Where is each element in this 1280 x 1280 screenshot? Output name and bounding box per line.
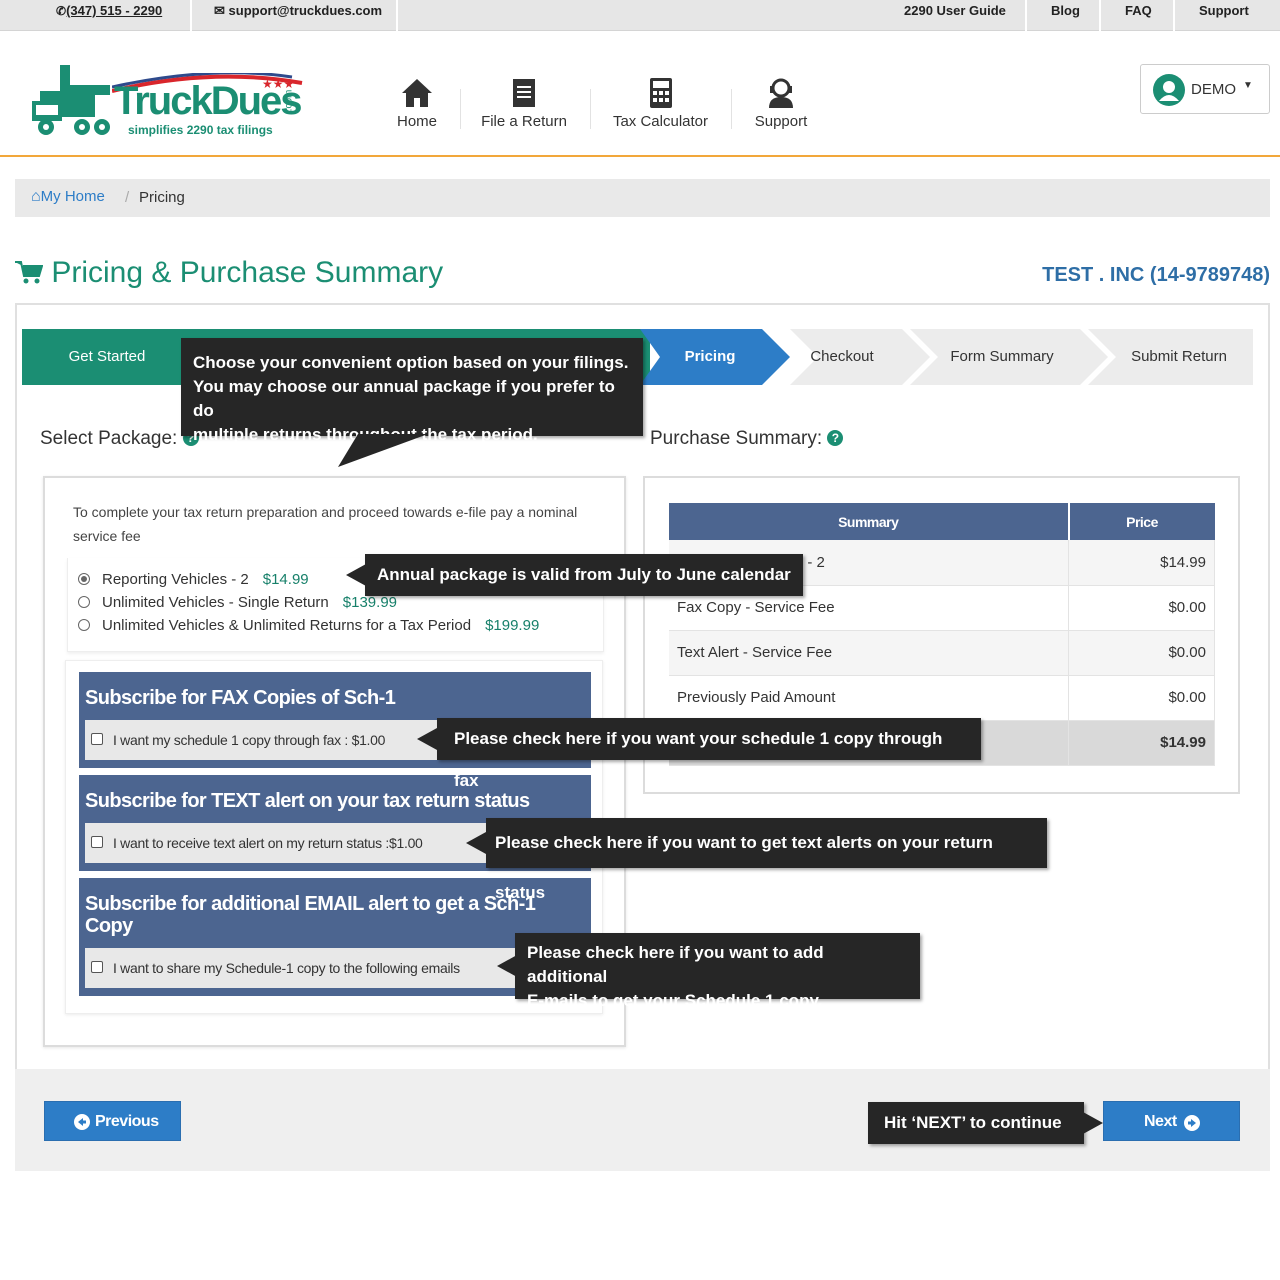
top-bar: ✆(347) 515 - 2290 ✉ support@truckdues.co… xyxy=(0,0,1280,31)
email-checkbox[interactable] xyxy=(91,961,103,973)
caret-down-icon: ▼ xyxy=(1243,80,1253,91)
nav-support-label: Support xyxy=(754,113,808,130)
table-header-row: Summary Price xyxy=(669,503,1215,540)
purchase-summary-heading: Purchase Summary: ? xyxy=(650,428,844,450)
user-menu-label: DEMO xyxy=(1191,81,1236,98)
select-package-heading: Select Package: ? xyxy=(40,428,199,450)
step-get-started[interactable]: Get Started xyxy=(22,329,192,385)
breadcrumb-current: Pricing xyxy=(139,189,185,206)
callout-pointer xyxy=(466,832,486,854)
package-option-3[interactable]: Unlimited Vehicles & Unlimited Returns f… xyxy=(102,617,539,634)
calculator-icon xyxy=(649,78,672,108)
cart-icon xyxy=(15,261,44,284)
phone-icon: ✆ xyxy=(56,4,67,18)
faq-link[interactable]: FAQ xyxy=(1117,0,1160,31)
user-menu-button[interactable]: DEMO ▼ xyxy=(1140,64,1270,114)
breadcrumb: ⌂My Home / Pricing xyxy=(15,179,1270,217)
home-icon xyxy=(402,79,432,107)
table-row: Text Alert - Service Fee $0.00 xyxy=(669,630,1215,676)
truckdues-logo[interactable]: TruckDues .com ★★★ simplifies 2290 tax f… xyxy=(30,55,305,143)
logo-stars: ★★★ xyxy=(262,77,295,91)
arrow-right-circle-icon xyxy=(1184,1115,1200,1131)
nav-tax-calculator[interactable]: Tax Calculator xyxy=(603,77,718,130)
total-price: $14.99 xyxy=(1068,720,1215,766)
previous-button[interactable]: Previous xyxy=(44,1101,181,1141)
package-callout: Choose your convenient option based on y… xyxy=(181,338,643,444)
blog-link[interactable]: Blog xyxy=(1043,0,1088,31)
callout-pointer xyxy=(346,564,366,586)
page-title: Pricing & Purchase Summary xyxy=(15,256,443,290)
document-icon xyxy=(513,79,535,107)
nav-file-return[interactable]: File a Return xyxy=(474,77,574,130)
user-avatar-icon xyxy=(1153,74,1185,106)
row-item: Text Alert - Service Fee xyxy=(669,630,1069,676)
email-subscription-title: Subscribe for additional EMAIL alert to … xyxy=(85,893,536,915)
next-hint-callout: Hit ‘NEXT’ to continue xyxy=(868,1102,1084,1144)
home-icon: ⌂ xyxy=(31,188,41,205)
nav-home[interactable]: Home xyxy=(387,77,447,130)
row-item: Previously Paid Amount xyxy=(669,675,1069,721)
callout-pointer xyxy=(338,434,428,467)
row-price: $0.00 xyxy=(1068,585,1215,631)
fax-callout: Please check here if you want your sched… xyxy=(437,718,981,790)
fax-subscription-title: Subscribe for FAX Copies of Sch-1 xyxy=(85,687,396,709)
user-guide-link[interactable]: 2290 User Guide xyxy=(896,0,1014,31)
truck-icon xyxy=(32,65,110,135)
package-option-2[interactable]: Unlimited Vehicles - Single Return $139.9… xyxy=(102,594,397,611)
row-price: $14.99 xyxy=(1068,540,1215,586)
package-radio-3[interactable] xyxy=(78,619,90,631)
support-link[interactable]: Support xyxy=(1191,0,1257,31)
nav-file-return-label: File a Return xyxy=(481,113,567,130)
text-checkbox-label: I want to receive text alert on my retur… xyxy=(113,835,423,851)
annual-callout: Annual package is valid from July to Jun… xyxy=(365,554,803,596)
callout-pointer xyxy=(417,728,437,750)
text-alert-callout: Please check here if you want to get tex… xyxy=(486,818,1047,902)
nav-tax-calculator-label: Tax Calculator xyxy=(612,113,709,130)
step-form-summary[interactable]: Form Summary xyxy=(932,329,1072,385)
package-radio-2[interactable] xyxy=(78,596,90,608)
package-option-1[interactable]: Reporting Vehicles - 2 $14.99 xyxy=(102,571,309,588)
row-price: $0.00 xyxy=(1068,675,1215,721)
step-checkout[interactable]: Checkout xyxy=(792,329,892,385)
summary-column-header: Summary xyxy=(669,503,1070,540)
company-name: TEST . INC (14-9789748) xyxy=(1042,264,1270,286)
row-price: $0.00 xyxy=(1068,630,1215,676)
next-button[interactable]: Next xyxy=(1103,1101,1240,1141)
breadcrumb-separator: / xyxy=(125,189,130,206)
next-button-label: Next xyxy=(1144,1113,1177,1130)
step-submit-return[interactable]: Submit Return xyxy=(1110,329,1248,385)
step-pricing[interactable]: Pricing xyxy=(660,329,760,385)
email-subscription-title-2: Copy xyxy=(85,915,133,937)
nav-support[interactable]: Support xyxy=(748,77,814,130)
package-intro: To complete your tax return preparation … xyxy=(73,504,578,544)
help-icon[interactable]: ? xyxy=(827,430,844,446)
mail-icon: ✉ xyxy=(214,3,225,18)
email-link[interactable]: ✉ support@truckdues.com xyxy=(206,0,390,31)
text-alert-checkbox[interactable] xyxy=(91,836,103,848)
site-header: TruckDues .com ★★★ simplifies 2290 tax f… xyxy=(0,31,1280,157)
support-agent-icon xyxy=(769,78,793,108)
callout-pointer xyxy=(1083,1112,1103,1134)
price-column-header: Price xyxy=(1068,503,1215,540)
fax-checkbox[interactable] xyxy=(91,733,103,745)
phone-link[interactable]: ✆(347) 515 - 2290 xyxy=(48,0,170,31)
package-radio-1[interactable] xyxy=(78,573,90,585)
previous-button-label: Previous xyxy=(95,1113,159,1130)
breadcrumb-home[interactable]: ⌂My Home xyxy=(31,188,105,206)
arrow-left-circle-icon xyxy=(74,1114,90,1130)
fax-checkbox-label: I want my schedule 1 copy through fax : … xyxy=(113,732,386,748)
callout-pointer xyxy=(497,955,517,977)
logo-suffix: .com xyxy=(283,89,295,112)
email-checkbox-label: I want to share my Schedule-1 copy to th… xyxy=(113,960,460,976)
table-row: Previously Paid Amount $0.00 xyxy=(669,675,1215,721)
nav-home-label: Home xyxy=(396,113,437,130)
email-callout: Please check here if you want to add add… xyxy=(515,933,920,1010)
logo-tagline: simplifies 2290 tax filings xyxy=(128,123,273,137)
